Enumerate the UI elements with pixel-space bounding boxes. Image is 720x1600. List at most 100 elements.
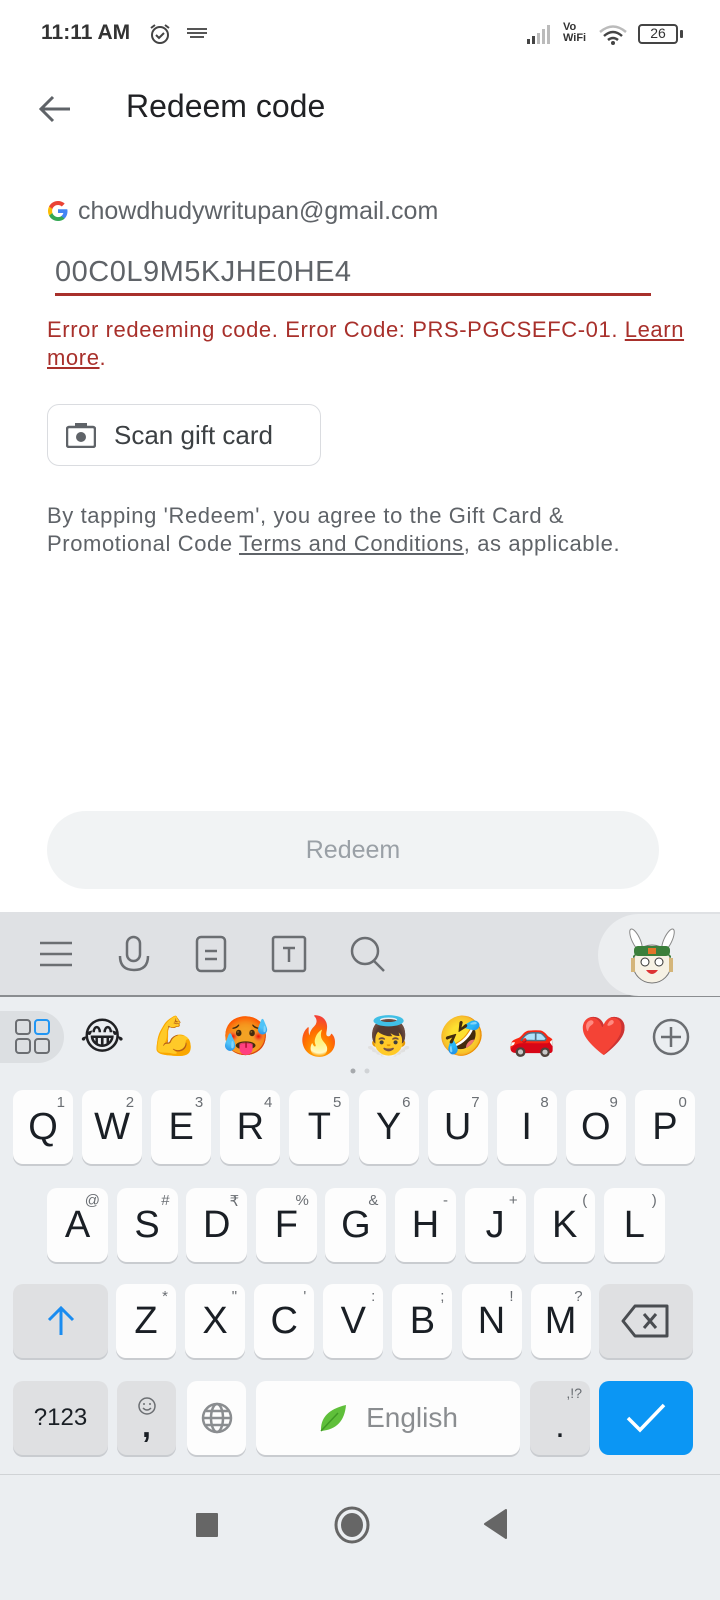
space-key[interactable]: English [256,1381,520,1455]
redeem-button[interactable]: Redeem [47,811,659,889]
key-label: Z [134,1299,158,1342]
error-suffix: . [99,345,107,370]
key-label: D [202,1203,231,1246]
language-key[interactable] [187,1381,246,1455]
key-label: B [409,1299,436,1342]
microphone-icon[interactable] [114,934,154,974]
key-label: H [411,1203,440,1246]
clipboard-icon[interactable] [191,934,231,974]
key-alt-label: " [231,1288,238,1305]
period-key[interactable]: ,!? . [530,1381,590,1455]
key-k[interactable]: (K [534,1188,596,1262]
key-a[interactable]: @ A [47,1188,108,1262]
key-label: A [64,1203,91,1246]
key-label: L [623,1203,645,1246]
arrow-left-icon[interactable] [36,90,74,128]
emoji-joy[interactable]: 😂 [80,1013,124,1059]
emoji-heart[interactable]: ❤️ [580,1013,627,1059]
period-label: . [555,1406,565,1445]
key-label: M [544,1299,577,1342]
vowifi-label-bottom: WiFi [563,32,587,44]
key-o[interactable]: 9O [565,1090,626,1164]
checkmark-icon [626,1403,666,1433]
terms-text: By tapping 'Redeem', you agree to the Gi… [47,502,647,557]
key-alt-label: & [368,1192,379,1209]
key-n[interactable]: ! N [461,1284,522,1358]
key-q[interactable]: 1Q [13,1090,73,1164]
key-alt-label: 4 [263,1094,273,1111]
code-input[interactable] [55,252,651,296]
wifi-icon [599,25,627,45]
key-g[interactable]: & G [325,1188,387,1262]
key-z[interactable]: * Z [116,1284,176,1358]
add-emoji-icon[interactable] [652,1018,690,1056]
key-label: S [134,1203,160,1246]
key-label: Y [375,1105,402,1148]
key-m[interactable]: ? M [530,1284,591,1358]
shift-key[interactable] [13,1284,108,1358]
key-alt-label: @ [84,1192,100,1209]
back-triangle-icon[interactable] [483,1508,509,1540]
key-j[interactable]: + J [464,1188,526,1262]
emoji-car[interactable]: 🚗 [508,1013,555,1059]
camera-icon [66,423,96,448]
key-e[interactable]: 3E [151,1090,212,1164]
key-label: K [552,1203,578,1246]
mascot-button[interactable] [598,914,720,996]
key-label: R [236,1105,265,1148]
emoji-angel[interactable]: 👼 [365,1013,412,1059]
key-alt-label: % [295,1192,309,1209]
comma-key[interactable]: , [117,1381,176,1455]
key-v[interactable]: :V [323,1284,384,1358]
account-email: chowdhudywritupan@gmail.com [78,197,439,225]
emoji-rofl[interactable]: 🤣 [438,1013,485,1059]
key-f[interactable]: % F [255,1188,317,1262]
key-u[interactable]: 7U [427,1090,488,1164]
alarm-icon [150,24,170,44]
key-s[interactable]: # S [116,1188,178,1262]
key-d[interactable]: ₹ D [186,1188,248,1262]
key-c[interactable]: ' C [254,1284,315,1358]
emoji-grid-button[interactable] [0,1011,64,1063]
backspace-key[interactable] [599,1284,693,1358]
recents-square-icon[interactable] [194,1511,220,1539]
key-label: N [477,1299,506,1342]
space-language-label: English [366,1402,458,1433]
key-y[interactable]: 6Y [358,1090,419,1164]
emoji-muscle[interactable]: 💪 [150,1013,197,1059]
menu-icon[interactable] [36,934,76,974]
terms-suffix: , as applicable. [463,530,621,556]
key-i[interactable]: 8I [496,1090,557,1164]
key-b[interactable]: ; B [392,1284,453,1358]
key-label: V [340,1299,366,1342]
keyboard-toolbar [0,912,720,997]
battery-icon: 26 [638,24,683,44]
terms-link[interactable]: Terms and Conditions [239,531,464,556]
key-alt-label: 9 [609,1094,618,1111]
key-label: F [274,1203,298,1246]
key-r[interactable]: 4R [220,1090,281,1164]
key-w[interactable]: 2W [82,1090,143,1164]
status-bar: 11:11 AM Vo WiFi 26 [0,0,720,70]
comma-label: , [142,1408,151,1444]
key-t[interactable]: 5T [289,1090,350,1164]
emoji-fire[interactable]: 🔥 [295,1013,342,1059]
home-circle-icon[interactable] [334,1506,370,1544]
apps-grid-icon [15,1019,50,1054]
enter-key[interactable] [599,1381,693,1455]
symbols-key[interactable]: ?123 [13,1381,108,1455]
error-message: Error redeeming code. Error Code: PRS-PG… [47,316,687,372]
key-l[interactable]: ) L [603,1188,665,1262]
key-label: P [652,1105,678,1148]
key-alt-label: : [371,1288,376,1305]
key-p[interactable]: 0P [634,1090,695,1164]
emoji-hot-face[interactable]: 🥵 [222,1013,269,1059]
key-h[interactable]: -H [395,1188,456,1262]
page-indicator [350,1068,370,1074]
key-x[interactable]: " X [185,1284,246,1358]
scan-gift-card-button[interactable]: Scan gift card [47,404,321,466]
text-edit-icon[interactable] [269,934,309,974]
key-alt-label: ? [574,1288,583,1305]
vowifi-icon: Vo WiFi [563,22,586,44]
search-icon[interactable] [348,934,388,974]
